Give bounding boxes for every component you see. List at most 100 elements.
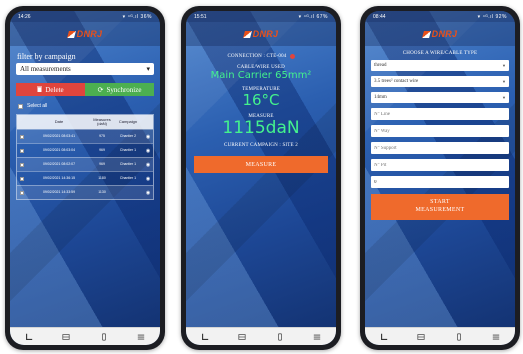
phone-history: 14:26 ▾ ⁴ᴳ.ıl 36% DNRJ filter by campaig… xyxy=(5,6,165,350)
list-icon xyxy=(238,333,246,340)
campaign-select[interactable]: All measurements ▾ xyxy=(16,63,154,75)
status-time: 08:44 xyxy=(373,13,386,20)
row-campaign: Chantier 1 xyxy=(119,161,137,166)
brand-logo: DNRJ xyxy=(186,22,336,46)
filter-label: filter by campaign xyxy=(17,52,76,61)
settings-icon xyxy=(314,334,321,340)
table-row[interactable]: 09/02/2021 08:02:07 969 Chantier 1 ◉ xyxy=(17,157,153,171)
wire-type-select[interactable]: thread ▼ xyxy=(371,60,509,71)
row-date: 09/02/2021 14:33:59 xyxy=(42,189,76,194)
nav-measure[interactable] xyxy=(25,333,33,341)
device-icon xyxy=(277,332,282,341)
row-checkbox[interactable] xyxy=(20,148,24,153)
column-campaign: Campaign xyxy=(118,118,138,124)
action-row: Delete ⟳ Synchronize xyxy=(16,83,154,96)
column-measures: Measures (daN) xyxy=(93,116,111,126)
eye-icon[interactable]: ◉ xyxy=(143,190,153,196)
eye-icon[interactable]: ◉ xyxy=(143,162,153,168)
delete-button[interactable]: Delete xyxy=(16,83,85,96)
setup-screen: 08:44 ▾ ⁴ᴳ.ıl 92% DNRJ CHOOSE A WIRE/CAB… xyxy=(365,11,515,345)
status-icons: ▾ ⁴ᴳ.ıl 67% xyxy=(298,13,328,20)
nav-measure[interactable] xyxy=(380,333,388,341)
brand-logo: DNRJ xyxy=(10,22,160,46)
device-icon xyxy=(456,332,461,341)
temperature-value: 16°C xyxy=(242,91,280,109)
value-input[interactable] xyxy=(374,179,506,185)
nav-measure[interactable] xyxy=(201,333,209,341)
row-measure: 1130 xyxy=(98,189,106,194)
table-row[interactable]: 09/02/2021 14:36:15 1180 Chantier 1 ◉ xyxy=(17,171,153,185)
nav-settings[interactable] xyxy=(313,333,321,341)
logo-icon xyxy=(242,30,252,38)
row-checkbox[interactable] xyxy=(20,190,24,195)
line-input[interactable] xyxy=(374,111,506,117)
status-icons: ▾ ⁴ᴳ.ıl 36% xyxy=(122,13,152,20)
campaign-label: CURRENT CAMPAIGN : SITE 2 xyxy=(224,143,298,148)
measurement-screen: 15:51 ▾ ⁴ᴳ.ıl 67% DNRJ CONNECTION : CTE-… xyxy=(186,11,336,345)
logo-icon xyxy=(66,30,76,38)
chevron-down-icon: ▼ xyxy=(502,95,506,100)
nav-settings[interactable] xyxy=(492,333,500,341)
nav-list[interactable] xyxy=(238,333,246,341)
device-icon xyxy=(101,332,106,341)
logo-icon xyxy=(421,30,431,38)
measure-icon xyxy=(25,333,32,340)
row-measure: 975 xyxy=(99,133,105,138)
nav-list[interactable] xyxy=(62,333,70,341)
row-checkbox[interactable] xyxy=(20,134,24,139)
table-row[interactable]: 09/02/2021 08:03:41 975 Chantier 2 ◉ xyxy=(17,129,153,143)
wire-model-select[interactable]: 3.5 trees² contact wire ▼ xyxy=(371,76,509,87)
start-label-line1: START xyxy=(430,199,450,206)
support-input[interactable] xyxy=(374,145,506,151)
bottom-nav xyxy=(10,327,160,345)
synchronize-button[interactable]: ⟳ Synchronize xyxy=(85,83,154,96)
bottom-nav xyxy=(365,327,515,345)
form-title: CHOOSE A WIRE/CABLE TYPE xyxy=(402,51,478,56)
status-time: 14:26 xyxy=(18,13,31,20)
app-showcase: 14:26 ▾ ⁴ᴳ.ıl 36% DNRJ filter by campaig… xyxy=(0,0,523,354)
chevron-down-icon: ▾ xyxy=(146,65,150,73)
settings-icon xyxy=(138,334,145,340)
table-row[interactable]: 09/02/2021 14:33:59 1130 ◉ xyxy=(17,185,153,199)
campaign-select-value: All measurements xyxy=(20,65,71,73)
way-field[interactable] xyxy=(371,125,509,137)
status-bar: 15:51 ▾ ⁴ᴳ.ıl 67% xyxy=(186,11,336,22)
way-input[interactable] xyxy=(374,128,506,134)
select-all[interactable]: Select all xyxy=(10,100,160,112)
measure-icon xyxy=(380,333,387,340)
line-field[interactable] xyxy=(371,108,509,120)
wire-size-value: 14mm xyxy=(374,95,387,100)
start-measurement-button[interactable]: START MEASUREMENT xyxy=(371,194,509,220)
status-time: 15:51 xyxy=(194,13,207,20)
nav-settings[interactable] xyxy=(137,333,145,341)
nav-device[interactable] xyxy=(276,332,284,341)
eye-icon[interactable]: ◉ xyxy=(143,148,153,154)
nav-device[interactable] xyxy=(100,332,108,341)
brand-name: DNRJ xyxy=(76,29,103,39)
pit-input[interactable] xyxy=(374,162,506,168)
wire-size-select[interactable]: 14mm ▼ xyxy=(371,92,509,103)
table-row[interactable]: 09/02/2021 08:03:04 969 Chantier 1 ◉ xyxy=(17,143,153,157)
measure-icon xyxy=(201,333,208,340)
nav-device[interactable] xyxy=(455,332,463,341)
status-bar: 14:26 ▾ ⁴ᴳ.ıl 36% xyxy=(10,11,160,22)
measure-button[interactable]: MEASURE xyxy=(194,156,328,173)
select-all-label: Select all xyxy=(27,103,48,109)
pit-field[interactable] xyxy=(371,159,509,171)
row-campaign: Chantier 1 xyxy=(119,147,137,152)
support-field[interactable] xyxy=(371,142,509,154)
row-checkbox[interactable] xyxy=(20,176,24,181)
cable-value: Main Carrier 65mm² xyxy=(210,70,312,81)
row-checkbox[interactable] xyxy=(20,162,24,167)
wire-type-value: thread xyxy=(374,63,387,68)
brand-name: DNRJ xyxy=(252,29,279,39)
eye-icon[interactable]: ◉ xyxy=(143,134,153,140)
measure-value: 1115daN xyxy=(222,118,300,138)
history-screen: 14:26 ▾ ⁴ᴳ.ıl 36% DNRJ filter by campaig… xyxy=(10,11,160,345)
select-all-checkbox[interactable] xyxy=(18,103,23,109)
start-label-line2: MEASUREMENT xyxy=(415,207,465,213)
chevron-down-icon: ▼ xyxy=(502,79,506,84)
nav-list[interactable] xyxy=(417,333,425,341)
eye-icon[interactable]: ◉ xyxy=(143,176,153,182)
value-field[interactable] xyxy=(371,176,509,188)
